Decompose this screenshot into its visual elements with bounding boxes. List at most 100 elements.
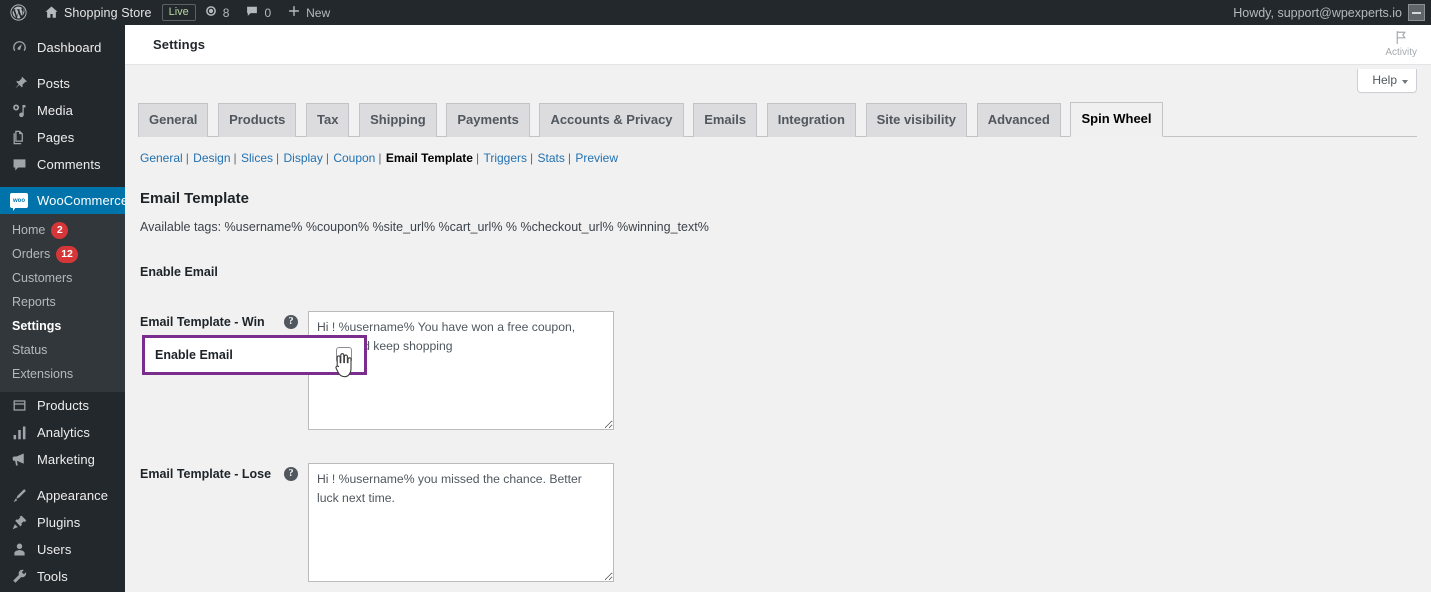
sidebar-item-label: Dashboard [37, 40, 102, 55]
tab-emails[interactable]: Emails [693, 103, 758, 138]
tab-advanced[interactable]: Advanced [976, 103, 1061, 138]
tab-site-visibility[interactable]: Site visibility [865, 103, 968, 138]
woocommerce-icon: woo [10, 192, 28, 211]
help-tab-button[interactable]: Help [1357, 69, 1417, 93]
screen-meta-links: Help [1357, 69, 1417, 93]
wordpress-logo-icon[interactable] [0, 0, 36, 25]
sidebar-item-label: Media [37, 103, 73, 118]
tab-shipping[interactable]: Shipping [359, 103, 437, 138]
subnav-display[interactable]: Display [283, 151, 322, 165]
enable-email-checkbox[interactable] [336, 346, 352, 363]
sidebar-item-label: Appearance [37, 488, 109, 503]
email-template-lose-label: Email Template - Lose [140, 466, 272, 481]
submenu-badge-count: 12 [56, 245, 78, 263]
appearance-icon [10, 487, 28, 505]
submenu-item-label: Customers [12, 271, 73, 285]
sidebar-item-media[interactable]: Media [0, 97, 125, 124]
submenu-item-label: Home [12, 223, 46, 237]
subnav-general[interactable]: General [140, 151, 183, 165]
email-template-form: Enable Email Email Template - Win ? Hi !… [138, 247, 1431, 592]
sidebar-item-appearance[interactable]: Appearance [0, 482, 125, 509]
sidebar-item-users[interactable]: Users [0, 536, 125, 563]
content-area: Settings Activity Help General Products … [125, 25, 1431, 592]
submenu-item-label: Extensions [12, 367, 74, 381]
sidebar-item-tools[interactable]: Tools [0, 563, 125, 590]
sidebar-item-label: Comments [37, 157, 101, 172]
submenu-item-orders[interactable]: Orders 12 [0, 242, 125, 266]
submenu-item-reports[interactable]: Reports [0, 290, 125, 314]
sidebar-item-label: Analytics [37, 425, 90, 440]
sidebar-item-pages[interactable]: Pages [0, 124, 125, 151]
tools-icon [10, 568, 28, 586]
subnav-stats[interactable]: Stats [537, 151, 564, 165]
plus-icon [287, 4, 301, 21]
table-row-enable-email: Enable Email [138, 247, 624, 297]
submenu-item-label: Orders [12, 247, 51, 261]
submenu-item-extensions[interactable]: Extensions [0, 362, 125, 386]
subnav-separator: | [185, 151, 189, 166]
tab-payments[interactable]: Payments [446, 103, 530, 138]
subnav-email-template[interactable]: Email Template [386, 151, 473, 165]
sidebar-item-label: Users [37, 542, 72, 557]
submenu-item-status[interactable]: Status [0, 338, 125, 362]
submenu-item-customers[interactable]: Customers [0, 266, 125, 290]
subnav-separator: | [325, 151, 329, 166]
sidebar-item-plugins[interactable]: Plugins [0, 509, 125, 536]
live-badge: Live [161, 4, 196, 21]
tab-general[interactable]: General [138, 103, 209, 138]
subnav-separator: | [530, 151, 534, 166]
menu-spacer-1 [0, 61, 125, 70]
sidebar-item-marketing[interactable]: Marketing [0, 446, 125, 473]
tab-products[interactable]: Products [218, 103, 297, 138]
new-content-link[interactable]: New [279, 0, 338, 25]
subnav-triggers[interactable]: Triggers [483, 151, 527, 165]
activity-button[interactable]: Activity [1385, 29, 1417, 58]
pin-icon [10, 75, 28, 93]
howdy-greeting[interactable]: Howdy, support@wpexperts.io [1233, 6, 1408, 20]
tab-accounts-privacy[interactable]: Accounts & Privacy [539, 103, 684, 138]
subnav-design[interactable]: Design [193, 151, 230, 165]
sidebar-item-posts[interactable]: Posts [0, 70, 125, 97]
sidebar-item-comments[interactable]: Comments [0, 151, 125, 178]
email-template-lose-textarea[interactable] [308, 462, 614, 582]
help-tip-icon[interactable]: ? [284, 314, 298, 329]
sidebar-item-woocommerce[interactable]: woo WooCommerce [0, 187, 125, 214]
menu-spacer-2 [0, 178, 125, 187]
sidebar-item-products[interactable]: Products [0, 392, 125, 419]
site-home-link[interactable]: Shopping Store [36, 0, 160, 25]
help-tip-icon[interactable]: ? [284, 466, 298, 481]
tab-tax[interactable]: Tax [306, 103, 350, 138]
lose-label-cell: Email Template - Lose ? [138, 449, 308, 592]
submenu-item-settings[interactable]: Settings [0, 314, 125, 338]
subnav-coupon[interactable]: Coupon [333, 151, 375, 165]
dashboard-icon [10, 39, 28, 57]
sidebar-item-label: Plugins [37, 515, 81, 530]
tab-integration[interactable]: Integration [766, 103, 856, 138]
subnav-separator: | [378, 151, 382, 166]
tab-spin-wheel[interactable]: Spin Wheel [1070, 102, 1163, 138]
submenu-item-home[interactable]: Home 2 [0, 218, 125, 242]
activity-label: Activity [1385, 47, 1417, 58]
comments-count: 0 [264, 5, 272, 20]
subnav-preview[interactable]: Preview [575, 151, 618, 165]
available-tags-text: Available tags: %username% %coupon% %sit… [140, 220, 709, 235]
updates-link[interactable]: 8 [196, 0, 238, 25]
sidebar-item-label: Posts [37, 76, 71, 91]
menu-spacer-top [0, 25, 125, 34]
new-label: New [306, 5, 331, 20]
avatar[interactable] [1408, 4, 1425, 21]
email-template-win-label: Email Template - Win [140, 314, 265, 329]
page-title: Settings [153, 37, 206, 52]
comments-icon [10, 156, 28, 174]
comments-link[interactable]: 0 [237, 0, 279, 25]
sidebar-item-analytics[interactable]: Analytics [0, 419, 125, 446]
sidebar-item-dashboard[interactable]: Dashboard [0, 34, 125, 61]
plugins-icon [10, 514, 28, 532]
help-label: Help [1372, 73, 1397, 87]
enable-email-label-highlighted: Enable Email [155, 347, 233, 362]
submenu-item-label: Reports [12, 295, 56, 309]
subnav-separator: | [567, 151, 571, 166]
submenu-item-label: Settings [12, 319, 62, 333]
subnav-slices[interactable]: Slices [241, 151, 273, 165]
products-icon [10, 397, 28, 415]
